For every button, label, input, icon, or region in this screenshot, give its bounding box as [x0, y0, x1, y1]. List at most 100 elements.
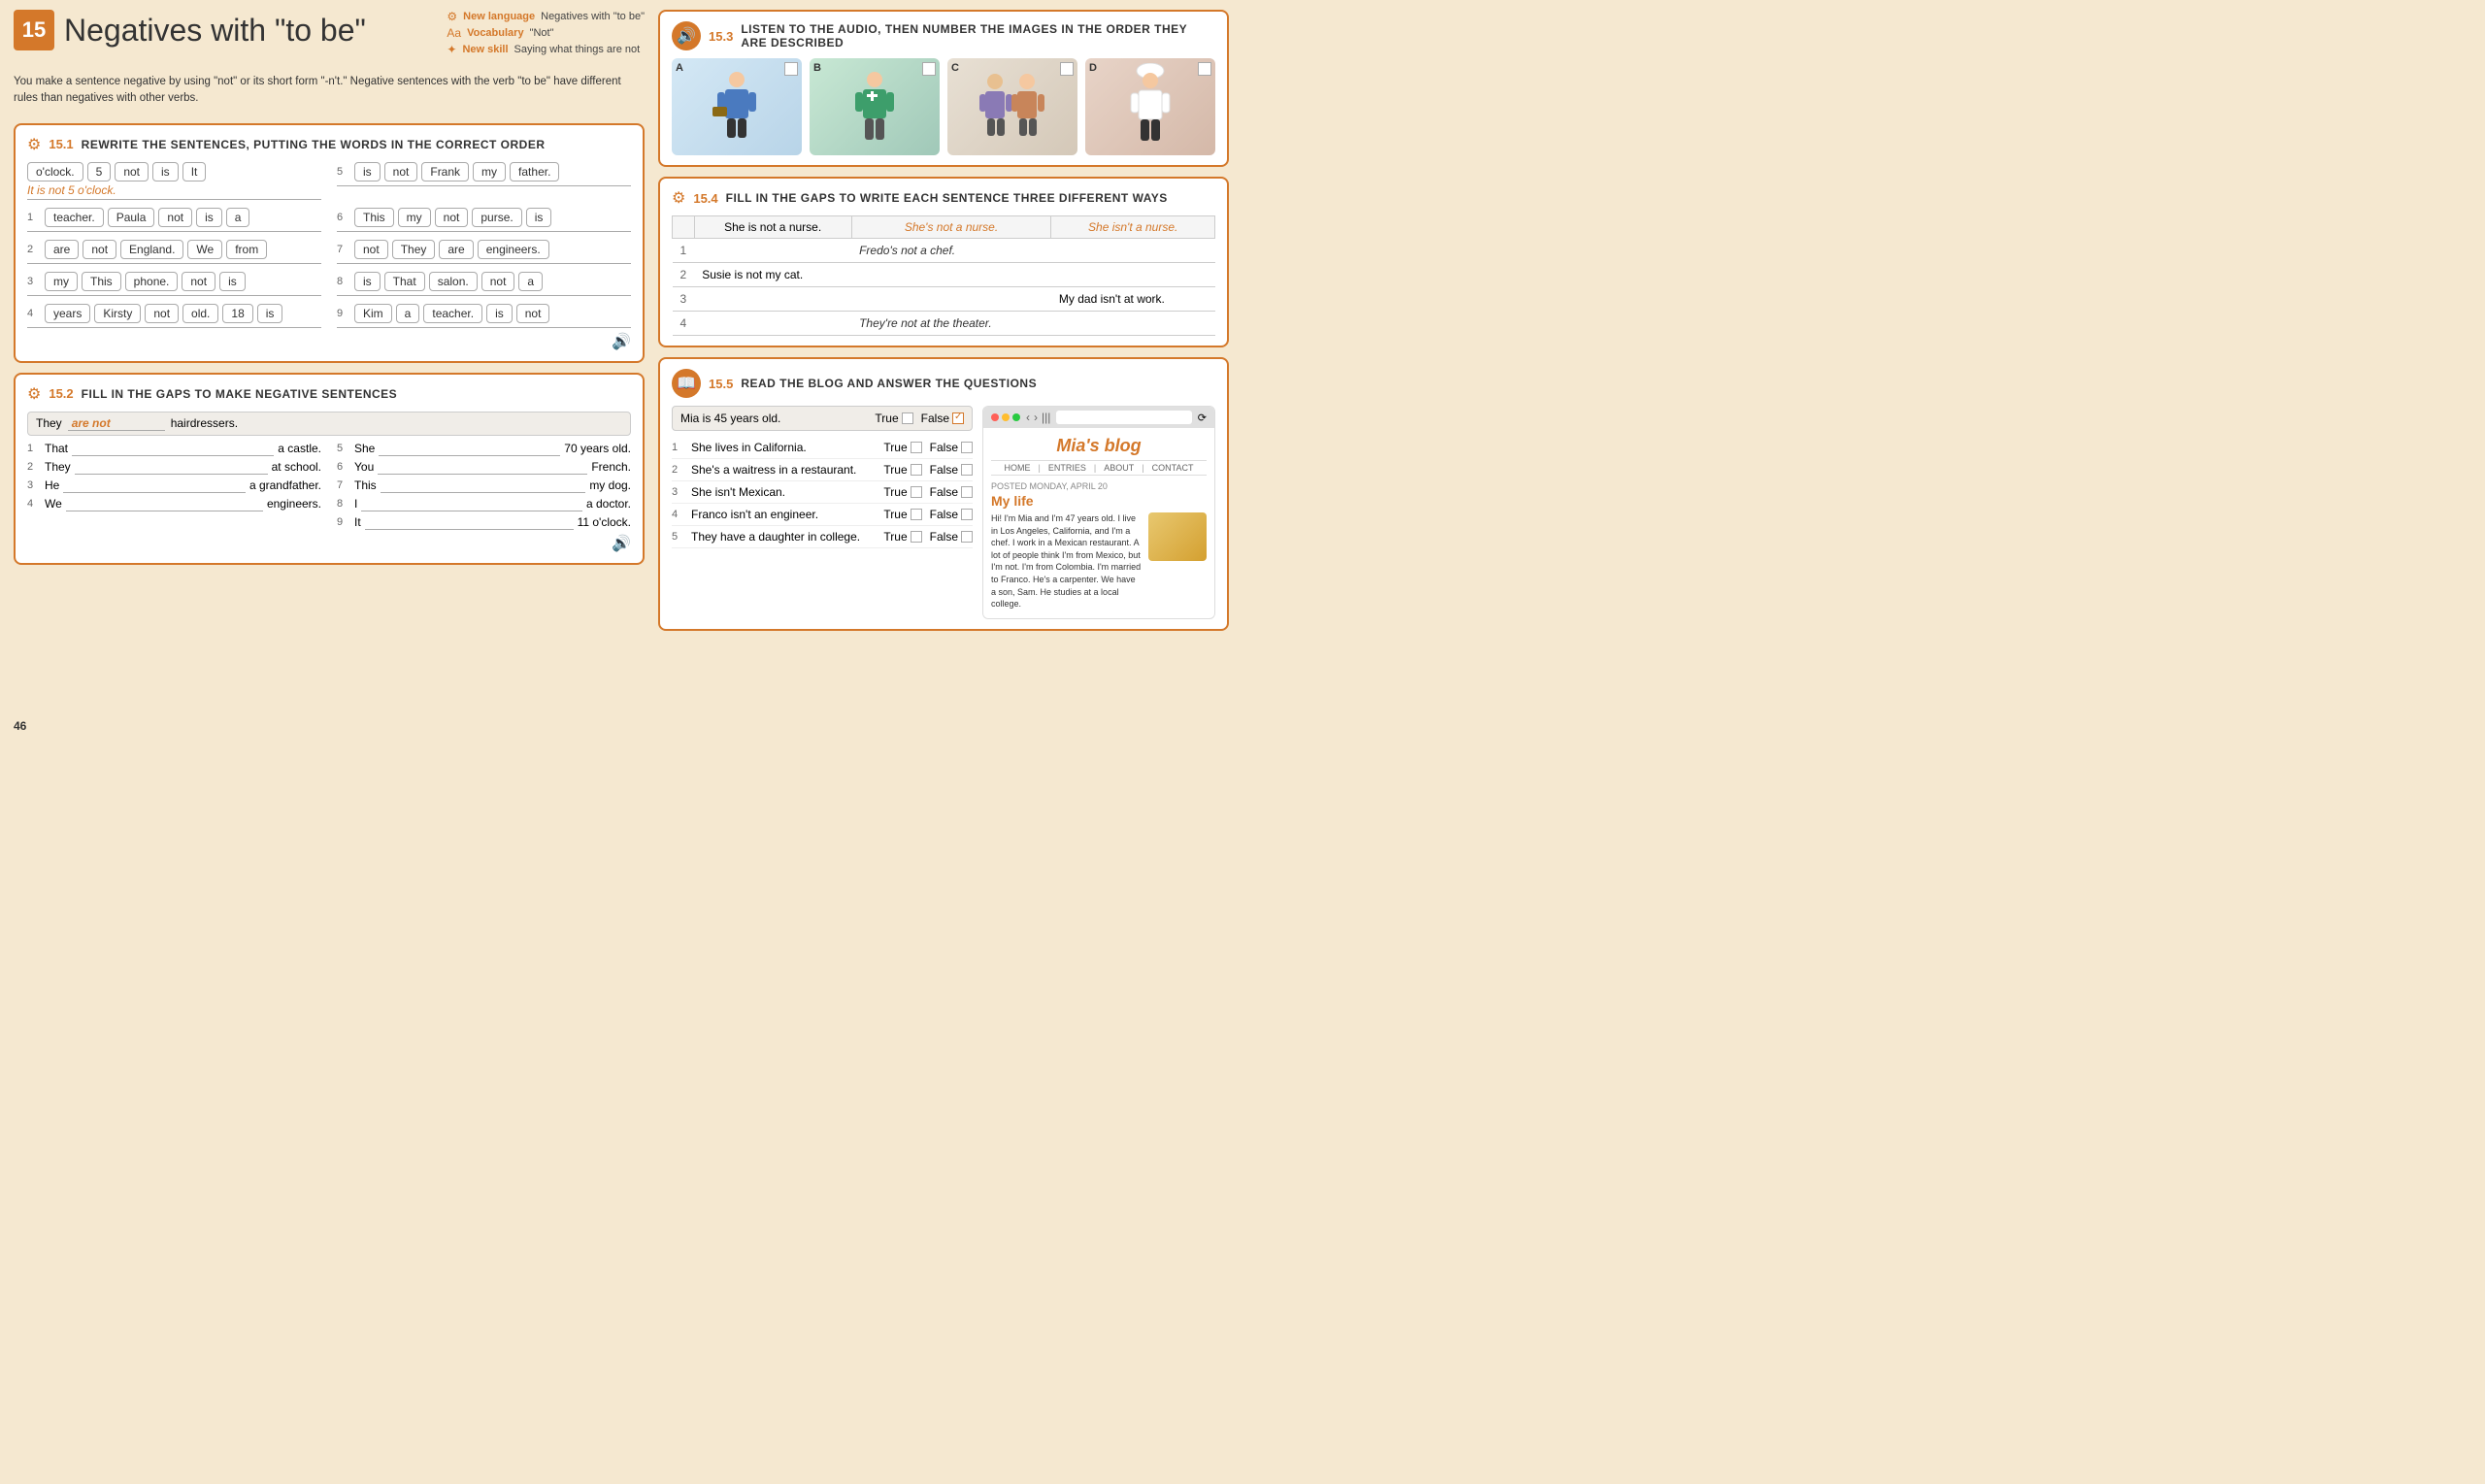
- row-8: 8 is That salon. not a: [337, 272, 631, 296]
- word-chip: is: [196, 208, 222, 227]
- word-chip: is: [526, 208, 552, 227]
- section-15-2-number: 15.2: [49, 386, 73, 401]
- minimize-dot[interactable]: [1002, 413, 1010, 421]
- gaps-row-3: 3 My dad isn't at work.: [673, 287, 1215, 312]
- example-row: o'clock. 5 not is It It is not 5 o'clock…: [27, 162, 321, 200]
- refresh-icon[interactable]: ⟳: [1198, 412, 1207, 424]
- blog-content: Mia's blog HOME | ENTRIES | ABOUT | CONT…: [983, 428, 1214, 618]
- word-chip: not: [182, 272, 215, 291]
- false-cb-4[interactable]: [961, 509, 973, 520]
- header-question-label: Mia is 45 years old.: [680, 412, 867, 425]
- true-checkbox-header[interactable]: [902, 412, 913, 424]
- false-cb-1[interactable]: [961, 442, 973, 453]
- true-cb-1[interactable]: [911, 442, 922, 453]
- image-a: A: [672, 58, 802, 155]
- forward-button[interactable]: ›: [1034, 411, 1038, 424]
- word-chip: phone.: [125, 272, 179, 291]
- close-dot[interactable]: [991, 413, 999, 421]
- nav-divider: |||: [1042, 411, 1050, 424]
- browser-dots: [991, 413, 1020, 421]
- tf-options-4: True False: [883, 508, 973, 521]
- word-chip: Kirsty: [94, 304, 141, 323]
- word-chip: not: [115, 162, 149, 181]
- col-header-3: She isn't a nurse.: [1051, 216, 1215, 239]
- fill-example: They are not hairdressers.: [27, 412, 631, 436]
- image-d-label: D: [1089, 62, 1097, 74]
- browser-nav: ‹ › |||: [1026, 411, 1050, 424]
- true-cb-2[interactable]: [911, 464, 922, 476]
- elderly-figure: [974, 68, 1051, 146]
- page-number: 46: [14, 715, 645, 733]
- back-button[interactable]: ‹: [1026, 411, 1030, 424]
- false-cb-5[interactable]: [961, 531, 973, 543]
- vocabulary-icon: Aa: [447, 26, 461, 40]
- example-answer: It is not 5 o'clock.: [27, 183, 321, 200]
- word-chip: not: [158, 208, 192, 227]
- false-checkbox-header[interactable]: [952, 412, 964, 424]
- section-15-5-header: 📖 15.5 READ THE BLOG AND ANSWER THE QUES…: [672, 369, 1215, 398]
- word-chip: o'clock.: [27, 162, 83, 181]
- word-chip: is: [486, 304, 513, 323]
- word-chip: a: [518, 272, 543, 291]
- true-cb-4[interactable]: [911, 509, 922, 520]
- browser-bar: ‹ › ||| ⟳: [983, 407, 1214, 428]
- false-option-header: False: [921, 412, 964, 425]
- word-chip: are: [45, 240, 79, 259]
- header-tf-options: True False: [875, 412, 964, 425]
- questions-col: Mia is 45 years old. True False: [672, 406, 973, 619]
- row-6: 6 This my not purse. is: [337, 208, 631, 232]
- blog-nav-entries[interactable]: ENTRIES: [1048, 463, 1086, 473]
- chef-figure: [1121, 63, 1179, 150]
- true-cb-3[interactable]: [911, 486, 922, 498]
- question-row-4: 4 Franco isn't an engineer. True False: [672, 504, 973, 526]
- fill-row-3: 3 He a grandfather.: [27, 478, 321, 493]
- word-chip: engineers.: [478, 240, 549, 259]
- image-a-label: A: [676, 62, 683, 74]
- word-chip: is: [354, 162, 381, 181]
- question-row-3: 3 She isn't Mexican. True False: [672, 481, 973, 504]
- gaps-row-4: 4 They're not at the theater.: [673, 312, 1215, 336]
- row-2-left: 2 are not England. We from: [27, 240, 321, 264]
- blog-image: [1148, 512, 1207, 561]
- word-chip: my: [398, 208, 431, 227]
- word-chip: salon.: [429, 272, 478, 291]
- book-icon: 📖: [672, 369, 701, 398]
- page: 15 Negatives with "to be" ⚙ New language…: [0, 0, 1242, 742]
- image-b-checkbox[interactable]: [922, 62, 936, 76]
- section-15-1-title: REWRITE THE SENTENCES, PUTTING THE WORDS…: [82, 138, 546, 151]
- address-bar[interactable]: [1056, 411, 1191, 424]
- images-row: A B: [672, 58, 1215, 155]
- col-header-2: She's not a nurse.: [851, 216, 1051, 239]
- image-d-checkbox[interactable]: [1198, 62, 1211, 76]
- false-cb-3[interactable]: [961, 486, 973, 498]
- false-cb-2[interactable]: [961, 464, 973, 476]
- fill-row-8: 8 I a doctor.: [337, 497, 631, 511]
- section-15-4-title: FILL IN THE GAPS TO WRITE EACH SENTENCE …: [726, 191, 1168, 205]
- word-chip: not: [384, 162, 418, 181]
- audio-icon-1[interactable]: 🔊: [27, 332, 631, 351]
- section-15-3-header: 🔊 15.3 LISTEN TO THE AUDIO, THEN NUMBER …: [672, 21, 1215, 50]
- image-c-checkbox[interactable]: [1060, 62, 1074, 76]
- blog-nav-home[interactable]: HOME: [1005, 463, 1031, 473]
- image-a-checkbox[interactable]: [784, 62, 798, 76]
- maximize-dot[interactable]: [1012, 413, 1020, 421]
- fill-row-1: 1 That a castle.: [27, 442, 321, 456]
- word-chip: teacher.: [423, 304, 482, 323]
- image-b: B: [810, 58, 940, 155]
- word-chip: years: [45, 304, 90, 323]
- blog-nav: HOME | ENTRIES | ABOUT | CONTACT: [991, 460, 1207, 476]
- word-chip: is: [219, 272, 246, 291]
- blog-nav-about[interactable]: ABOUT: [1104, 463, 1134, 473]
- image-c-label: C: [951, 62, 959, 74]
- word-chip: a: [396, 304, 420, 323]
- section-15-4-header: ⚙ 15.4 FILL IN THE GAPS TO WRITE EACH SE…: [672, 188, 1215, 208]
- page-header: 15 Negatives with "to be" ⚙ New language…: [14, 10, 645, 56]
- gaps-table: She is not a nurse. She's not a nurse. S…: [672, 215, 1215, 336]
- fill-row-5: 5 She 70 years old.: [337, 442, 631, 456]
- col-header-0: [673, 216, 695, 239]
- blog-nav-contact[interactable]: CONTACT: [1152, 463, 1194, 473]
- true-cb-5[interactable]: [911, 531, 922, 543]
- section-15-3: 🔊 15.3 LISTEN TO THE AUDIO, THEN NUMBER …: [658, 10, 1229, 167]
- audio-icon-2[interactable]: 🔊: [27, 534, 631, 553]
- section-15-4: ⚙ 15.4 FILL IN THE GAPS TO WRITE EACH SE…: [658, 177, 1229, 347]
